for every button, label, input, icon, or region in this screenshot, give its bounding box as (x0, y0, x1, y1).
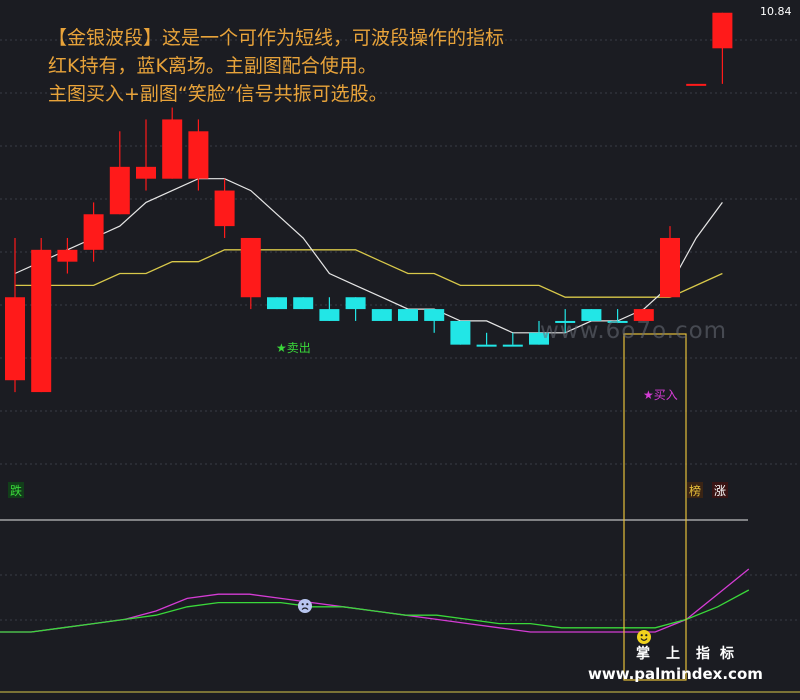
candle-body (398, 309, 418, 321)
candle-body (476, 344, 497, 347)
candle-body (5, 297, 25, 381)
brand-watermark: 掌 上 指 标 www.palmindex.com (588, 645, 763, 683)
watermark-bottom: www.palmindex.com (588, 665, 763, 683)
candle-body (686, 83, 707, 86)
candle-body (188, 131, 209, 179)
candle-body (240, 237, 261, 298)
buy-signal-label: ★买入 (643, 388, 678, 402)
sad-face-icon (298, 599, 312, 613)
tag-right-2: 涨 (714, 483, 726, 498)
tags: 跌 榜 涨 (8, 482, 728, 498)
sell-signal-label: ★卖出 (276, 341, 311, 355)
candle-body (371, 309, 392, 321)
candle-body (162, 119, 183, 179)
candle-body (424, 309, 445, 321)
brand-char-3: 指 (696, 645, 710, 662)
candle-body (214, 190, 235, 227)
candle-body (31, 249, 52, 393)
price-max-label: 10.84 (760, 5, 792, 18)
brand-char-4: 标 (719, 645, 734, 662)
candle-body (345, 297, 366, 310)
brand-char-2: 上 (666, 646, 680, 662)
candle-body (502, 344, 523, 347)
candle-body (660, 237, 680, 298)
candle-body (83, 214, 104, 250)
osc-magenta-line (0, 568, 750, 633)
ma-yellow-line (15, 249, 723, 298)
watermark-main: www.6o7o.com (540, 318, 727, 344)
chart-stage: 10.84 ★卖出 ★买入 www.6o7o.com 跌 榜 涨 掌 上 指 标… (0, 0, 800, 696)
candle-body (136, 166, 156, 179)
candle-body (57, 249, 78, 262)
caption: 【金银波段】这是一个可作为短线，可波段操作的指标 红K持有，蓝K离场。主副图配合… (48, 24, 504, 108)
signal-faces (298, 599, 651, 644)
candle-body (109, 166, 130, 215)
caption-line-2: 红K持有，蓝K离场。主副图配合使用。 (48, 55, 377, 77)
oscillator (0, 519, 750, 633)
candle-body (293, 297, 314, 310)
candle-body (712, 12, 733, 49)
candle-body (267, 297, 287, 310)
smile-face-icon (637, 630, 651, 644)
candle-body (450, 320, 471, 345)
candle-body (319, 309, 340, 321)
caption-line-3: 主图买入+副图“笑脸”信号共振可选股。 (48, 83, 388, 105)
osc-green-line (0, 589, 750, 633)
tag-left: 跌 (10, 483, 22, 498)
brand-char-1: 掌 (636, 645, 650, 662)
caption-line-1: 【金银波段】这是一个可作为短线，可波段操作的指标 (48, 27, 505, 49)
tag-right-1: 榜 (689, 483, 701, 498)
